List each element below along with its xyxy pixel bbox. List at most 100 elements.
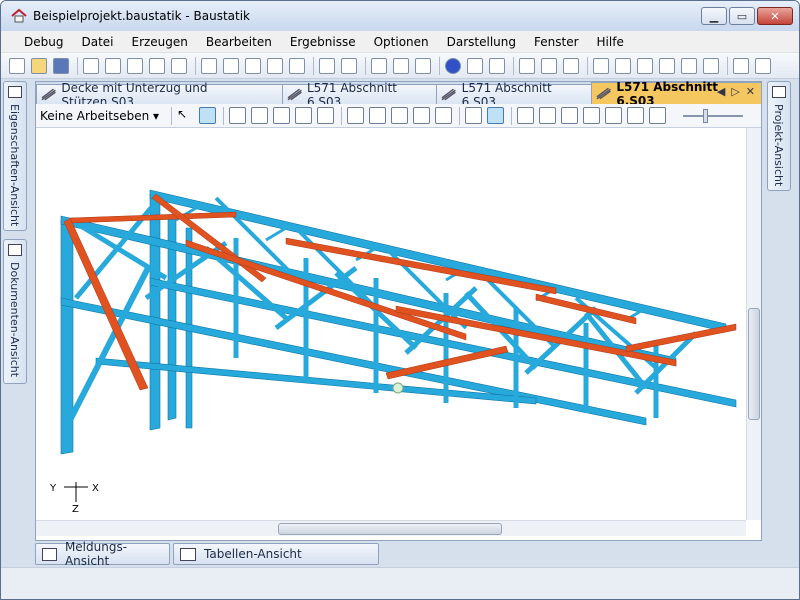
- render-icon[interactable]: [415, 57, 431, 74]
- rotate-icon[interactable]: [467, 57, 483, 74]
- pivot-marker: [392, 382, 404, 394]
- truss-model[interactable]: Y X Z: [36, 128, 746, 520]
- export-icon[interactable]: [171, 57, 187, 74]
- print-preview-icon[interactable]: [105, 57, 121, 74]
- menu-datei[interactable]: Datei: [72, 35, 122, 49]
- truss-icon: [287, 88, 302, 100]
- orbit-icon[interactable]: [199, 107, 217, 124]
- view-cube-icon[interactable]: [393, 57, 409, 74]
- view-side-icon[interactable]: [413, 107, 431, 124]
- minimize-button[interactable]: ▁: [701, 7, 727, 25]
- sphere-icon[interactable]: [445, 57, 461, 74]
- horizontal-scrollbar[interactable]: [36, 520, 746, 536]
- pan-icon[interactable]: [273, 107, 291, 124]
- pointer-icon[interactable]: ↖: [177, 107, 194, 124]
- measure-icon[interactable]: [489, 57, 505, 74]
- menu-optionen[interactable]: Optionen: [365, 35, 438, 49]
- view-home-icon[interactable]: [391, 107, 409, 124]
- open-folder-icon[interactable]: [31, 57, 47, 74]
- new-file-icon[interactable]: [9, 57, 25, 74]
- check-icon[interactable]: [593, 57, 609, 74]
- messages-view-tab[interactable]: Meldungs-Ansicht: [35, 540, 170, 568]
- 3d-viewport[interactable]: Y X Z: [36, 128, 746, 520]
- stack-view-icon[interactable]: [627, 107, 645, 124]
- vertical-scrollbar[interactable]: [746, 128, 761, 520]
- toolbar-separator: [195, 56, 196, 75]
- iso-view-icon[interactable]: [517, 107, 535, 124]
- print-icon[interactable]: [149, 57, 165, 74]
- document-area: Decke mit Unterzug und Stützen.S03 L571 …: [35, 80, 762, 541]
- view-3d-icon[interactable]: [347, 107, 365, 124]
- tab-prev-icon[interactable]: ◀: [717, 85, 725, 98]
- structure-icon[interactable]: [371, 57, 387, 74]
- menu-ergebnisse[interactable]: Ergebnisse: [281, 35, 365, 49]
- tab-decke[interactable]: Decke mit Unterzug und Stützen.S03: [36, 81, 283, 109]
- load-icon[interactable]: [519, 57, 535, 74]
- tab-next-icon[interactable]: ▷: [731, 85, 739, 98]
- camera-icon[interactable]: [465, 107, 483, 124]
- axis-x-label: X: [92, 483, 99, 494]
- toolbar-separator: [341, 106, 343, 125]
- roof-view-icon[interactable]: [605, 107, 623, 124]
- menu-hilfe[interactable]: Hilfe: [588, 35, 633, 49]
- workplane-select-value: Keine Arbeitseben: [40, 108, 150, 123]
- tables-view-tab[interactable]: Tabellen-Ansicht: [173, 543, 379, 565]
- preview-icon[interactable]: [127, 57, 143, 74]
- zoom-out-icon[interactable]: [317, 107, 335, 124]
- menu-erzeugen[interactable]: Erzeugen: [122, 35, 196, 49]
- close-window-button[interactable]: ✕: [757, 7, 793, 25]
- tables-view-label: Tabellen-Ansicht: [204, 547, 302, 561]
- axis-indicator: Y X Z: [49, 482, 99, 515]
- lasso-icon[interactable]: [201, 57, 217, 74]
- view-front-icon[interactable]: [369, 107, 387, 124]
- grid-icon[interactable]: [435, 107, 453, 124]
- tab-l571-2[interactable]: L571 Abschnitt 6.S03: [436, 81, 592, 109]
- house-icon: [11, 8, 27, 23]
- horizontal-scroll-thumb[interactable]: [278, 523, 502, 535]
- documents-view-tab[interactable]: Dokumenten-Ansicht: [3, 239, 27, 384]
- paste-icon[interactable]: [267, 57, 283, 74]
- properties-view-tab[interactable]: Eigenschaften-Ansicht: [3, 81, 27, 231]
- undo-icon[interactable]: [319, 57, 335, 74]
- section-icon[interactable]: [659, 57, 675, 74]
- top-view-icon[interactable]: [539, 107, 557, 124]
- redo-icon[interactable]: [341, 57, 357, 74]
- main-toolbar: [1, 53, 799, 79]
- stair-icon[interactable]: [733, 57, 749, 74]
- vertical-scroll-thumb[interactable]: [748, 308, 760, 420]
- page-icon[interactable]: [83, 57, 99, 74]
- zoom-all-icon[interactable]: [229, 107, 247, 124]
- menu-darstellung[interactable]: Darstellung: [438, 35, 525, 49]
- toolbar-separator: [365, 56, 366, 75]
- workplane-select[interactable]: Keine Arbeitseben ▾: [40, 109, 169, 123]
- project-view-tab[interactable]: Projekt-Ansicht: [767, 81, 791, 191]
- maximize-button[interactable]: ▭: [729, 7, 755, 25]
- zoom-slider-thumb[interactable]: [703, 108, 709, 123]
- layer-view-icon[interactable]: [649, 107, 667, 124]
- table-icon[interactable]: [637, 57, 653, 74]
- bottom-dock: Meldungs-Ansicht Tabellen-Ansicht: [35, 540, 385, 568]
- design-icon[interactable]: [615, 57, 631, 74]
- delete-icon[interactable]: [223, 57, 239, 74]
- truss-icon: [596, 87, 611, 99]
- copy-icon[interactable]: [245, 57, 261, 74]
- zoom-in-icon[interactable]: [295, 107, 313, 124]
- zoom-icon[interactable]: [251, 107, 269, 124]
- cycle-icon[interactable]: [487, 107, 505, 124]
- zoom-slider[interactable]: [683, 108, 744, 123]
- dimension-icon[interactable]: [703, 57, 719, 74]
- beam-icon[interactable]: [681, 57, 697, 74]
- properties-view-label: Eigenschaften-Ansicht: [8, 104, 21, 227]
- tab-close-icon[interactable]: ✕: [746, 85, 755, 98]
- box-view-icon[interactable]: [561, 107, 579, 124]
- tab-l571-1[interactable]: L571 Abschnitt 6.S03: [281, 81, 438, 109]
- save-icon[interactable]: [53, 57, 69, 74]
- roof-icon[interactable]: [755, 57, 771, 74]
- support-icon[interactable]: [541, 57, 557, 74]
- menu-fenster[interactable]: Fenster: [525, 35, 588, 49]
- house-view-icon[interactable]: [583, 107, 601, 124]
- calc-icon[interactable]: [563, 57, 579, 74]
- properties-icon[interactable]: [289, 57, 305, 74]
- menu-debug[interactable]: Debug: [15, 35, 72, 49]
- menu-bearbeiten[interactable]: Bearbeiten: [197, 35, 281, 49]
